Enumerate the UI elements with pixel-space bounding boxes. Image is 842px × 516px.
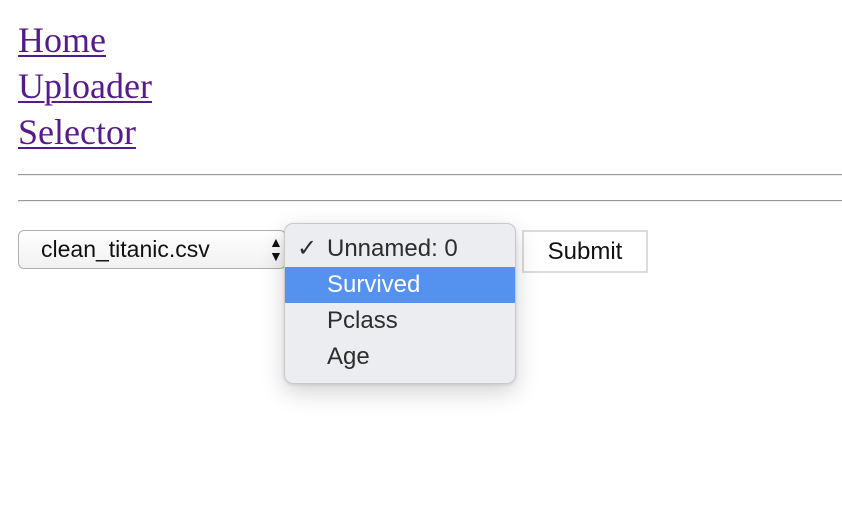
uploader-link[interactable]: Uploader (18, 63, 152, 109)
column-select-dropdown: ✓ Unnamed: 0 Survived Pclass Age (284, 223, 516, 384)
column-option-label: Survived (327, 271, 421, 298)
column-option-survived[interactable]: Survived (285, 267, 515, 303)
file-select[interactable]: clean_titanic.csv ▲ ▼ (18, 230, 286, 269)
file-select-value: clean_titanic.csv (41, 236, 210, 262)
submit-button[interactable]: Submit (522, 230, 648, 273)
column-option-unnamed-0[interactable]: ✓ Unnamed: 0 (285, 231, 515, 267)
column-option-label: Age (327, 343, 370, 370)
column-option-label: Unnamed: 0 (327, 235, 458, 262)
horizontal-rule-bottom (18, 200, 842, 202)
checkmark-icon: ✓ (297, 235, 318, 262)
column-option-pclass[interactable]: Pclass (285, 303, 515, 339)
up-down-arrows-icon: ▲ ▼ (269, 234, 283, 264)
selector-link[interactable]: Selector (18, 109, 152, 155)
column-option-label: Pclass (327, 307, 398, 334)
horizontal-rule-top (18, 174, 842, 176)
home-link[interactable]: Home (18, 17, 152, 63)
nav-links: Home Uploader Selector (18, 17, 152, 155)
column-option-age[interactable]: Age (285, 339, 515, 375)
